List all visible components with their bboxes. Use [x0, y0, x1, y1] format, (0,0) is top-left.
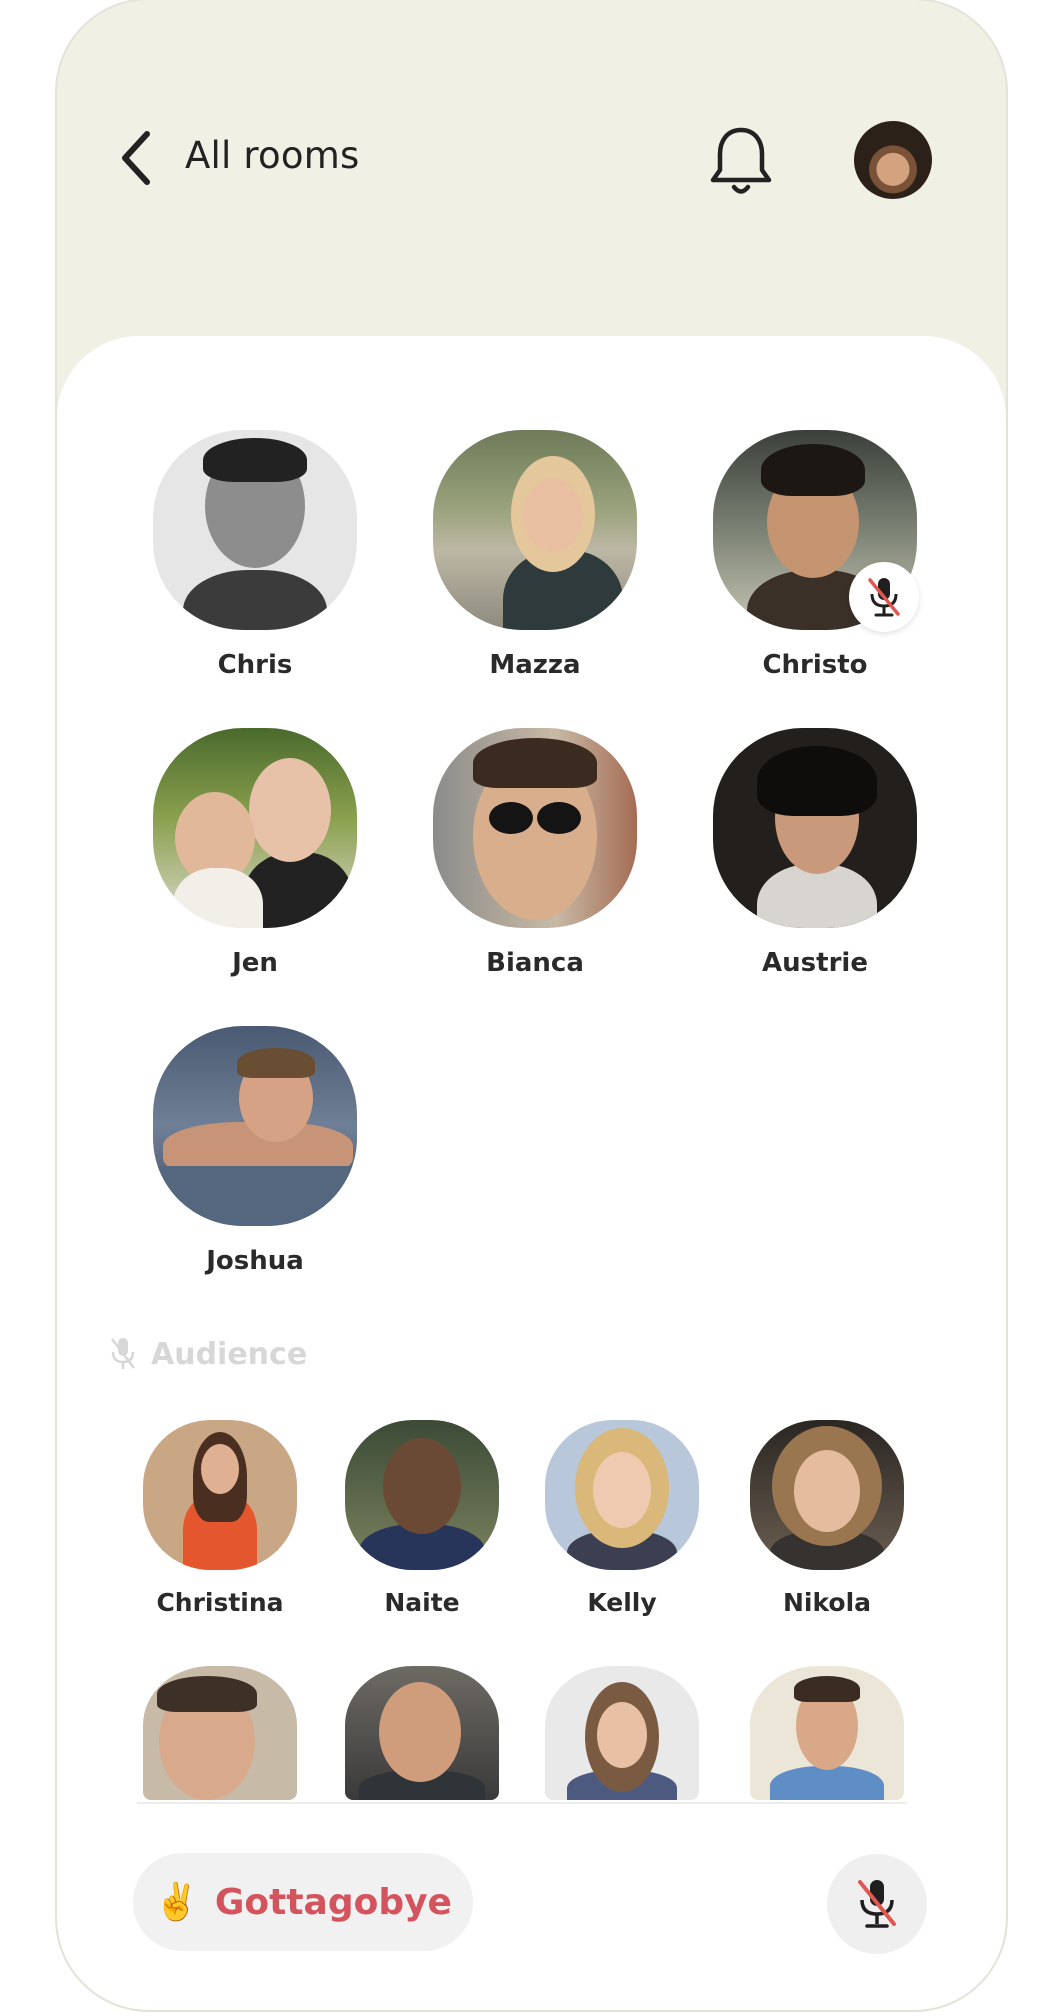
speaker-tile[interactable]: Christo	[710, 430, 920, 680]
avatar[interactable]	[143, 1420, 297, 1570]
avatar[interactable]	[545, 1420, 699, 1570]
speaker-name: Jen	[232, 948, 278, 978]
avatar[interactable]	[433, 430, 637, 630]
bell-icon	[710, 127, 772, 194]
muted-badge	[849, 562, 919, 632]
audience-section-label: Audience	[109, 1336, 307, 1372]
back-button[interactable]	[117, 128, 177, 192]
speaker-tile[interactable]: Joshua	[150, 1026, 360, 1276]
avatar[interactable]	[153, 1026, 357, 1226]
audience-name: Nikola	[782, 1588, 872, 1617]
avatar[interactable]	[433, 728, 637, 928]
avatar[interactable]	[545, 1666, 699, 1800]
chevron-left-icon	[122, 131, 150, 185]
audience-member[interactable]: Naite	[332, 1420, 512, 1617]
app-screen: All rooms Chris Mazza Christo Jen Bianca…	[57, 0, 1006, 2010]
audience-name: Christina	[156, 1588, 284, 1617]
mic-off-icon	[111, 1338, 135, 1369]
audience-member[interactable]	[737, 1666, 917, 1818]
speaker-name: Mazza	[489, 650, 581, 680]
speaker-name: Chris	[217, 650, 293, 680]
audience-label: Audience	[151, 1336, 308, 1372]
speaker-tile[interactable]: Bianca	[430, 728, 640, 978]
avatar[interactable]	[153, 430, 357, 630]
avatar[interactable]	[750, 1666, 904, 1800]
leave-room-button[interactable]: ✌️ Gottagobye	[133, 1853, 473, 1951]
avatar[interactable]	[713, 430, 919, 632]
mic-toggle-button[interactable]	[827, 1854, 927, 1954]
speaker-tile[interactable]: Jen	[150, 728, 360, 978]
audience-member[interactable]	[532, 1666, 712, 1818]
audience-member[interactable]	[130, 1666, 310, 1818]
leave-room-label: Gottagobye	[214, 1881, 452, 1923]
divider	[137, 1802, 907, 1804]
avatar[interactable]	[713, 728, 917, 928]
audience-name: Kelly	[587, 1588, 657, 1617]
speaker-name: Bianca	[486, 948, 584, 978]
avatar[interactable]	[143, 1666, 297, 1800]
top-bar: All rooms	[57, 0, 1006, 340]
speaker-tile[interactable]: Mazza	[430, 430, 640, 680]
audience-member[interactable]	[332, 1666, 512, 1818]
speaker-name: Joshua	[206, 1246, 304, 1276]
profile-avatar[interactable]	[854, 121, 932, 199]
avatar[interactable]	[153, 728, 357, 928]
back-label[interactable]: All rooms	[185, 134, 359, 177]
audience-member[interactable]: Kelly	[532, 1420, 712, 1617]
mic-muted-icon	[868, 578, 900, 617]
audience-member[interactable]: Christina	[130, 1420, 310, 1617]
audience-member[interactable]: Nikola	[737, 1420, 917, 1617]
mic-muted-icon	[858, 1880, 896, 1928]
speaker-name: Christo	[762, 650, 868, 680]
speaker-tile[interactable]: Austrie	[710, 728, 920, 978]
audience-name: Naite	[384, 1588, 460, 1617]
speaker-tile[interactable]: Chris	[150, 430, 360, 680]
avatar[interactable]	[345, 1420, 499, 1570]
avatar[interactable]	[750, 1420, 904, 1570]
speaker-name: Austrie	[762, 948, 868, 978]
avatar[interactable]	[345, 1666, 499, 1800]
room-panel: Chris Mazza Christo Jen Bianca Austrie J…	[57, 336, 1006, 2010]
notifications-button[interactable]	[707, 124, 775, 200]
peace-hand-icon: ✌️	[154, 1882, 199, 1923]
